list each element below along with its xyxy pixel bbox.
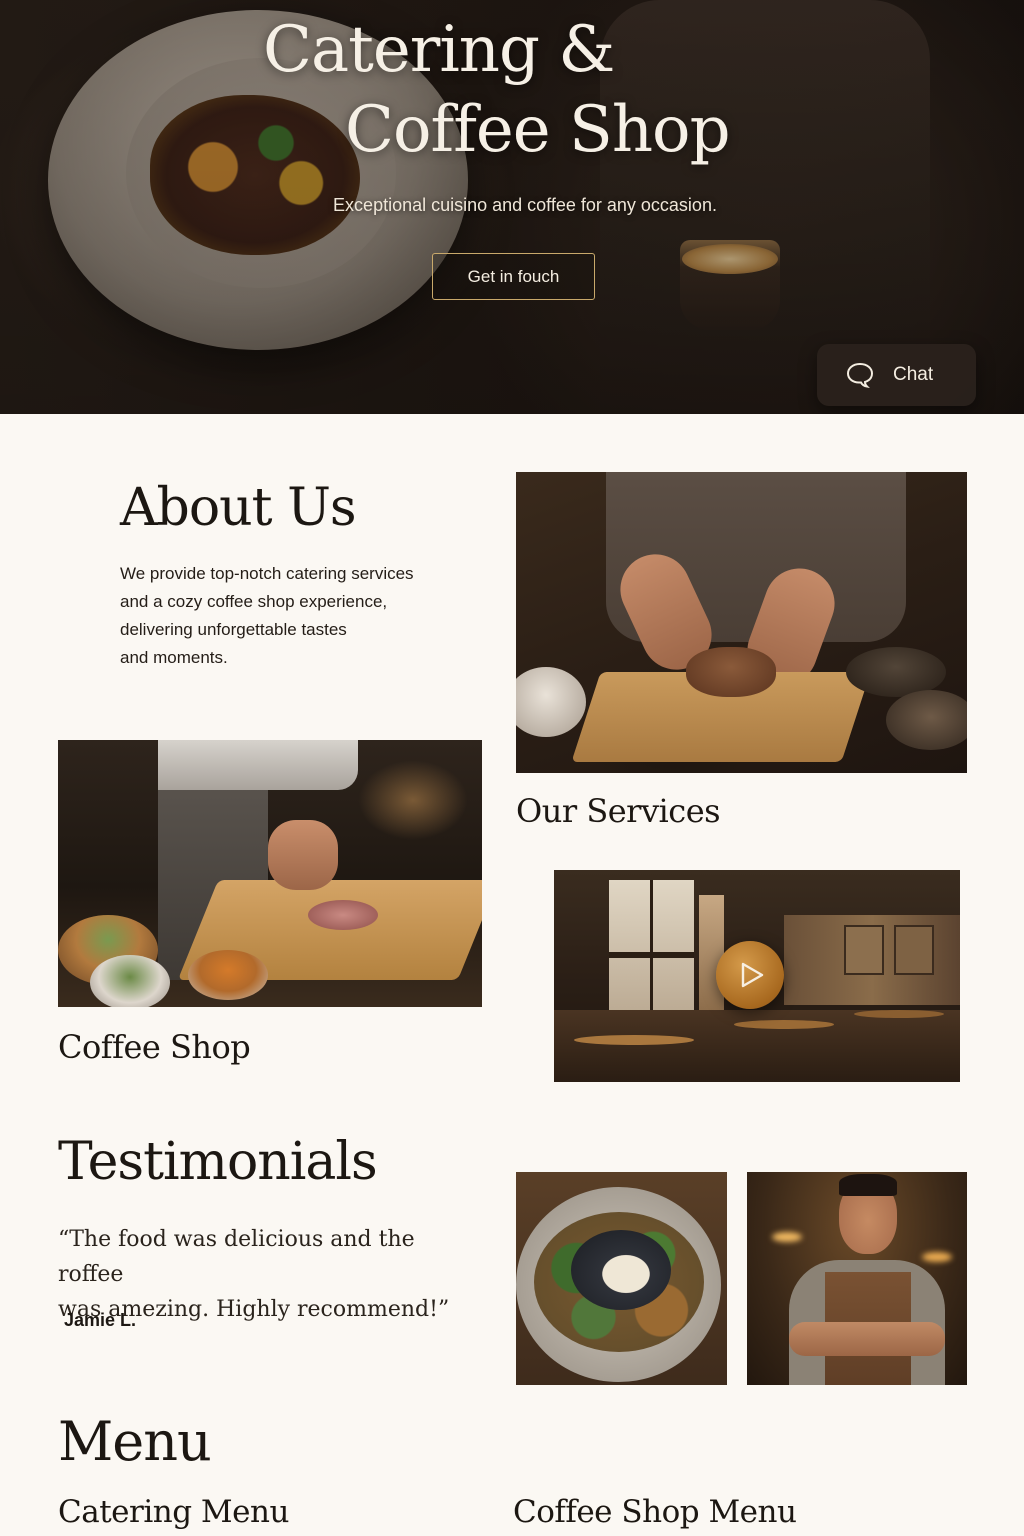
chef-carving-meat-image <box>516 472 967 773</box>
roast-meat <box>686 647 776 697</box>
chef-hand <box>268 820 338 890</box>
hero-title-line-1: Catering & <box>263 13 615 87</box>
about-text-line: and moments. <box>120 648 228 667</box>
get-in-touch-button[interactable]: Get in fouch <box>432 253 595 300</box>
play-video-button[interactable] <box>716 941 784 1009</box>
salad-plate-image <box>516 1172 727 1385</box>
dip-bowl <box>571 1230 671 1310</box>
side-bowl <box>188 950 268 1000</box>
hero-subtitle: Exceptional cuisino and coffee for any o… <box>333 195 717 215</box>
steak <box>308 900 378 930</box>
about-text-line: delivering unforgettable tastes <box>120 620 347 639</box>
barista-crossed-arms <box>789 1322 945 1356</box>
about-us-heading: About Us <box>120 478 357 538</box>
play-icon <box>741 962 764 988</box>
cafe-table <box>734 1020 834 1029</box>
hero-title-line-2: Coffee Shop <box>345 93 731 167</box>
cafe-window <box>609 880 694 1030</box>
get-in-touch-label: Get in fouch <box>467 266 560 286</box>
about-text-line: and a cozy coffee shop experience, <box>120 592 388 611</box>
speech-bubble-icon <box>846 362 874 389</box>
background-light <box>358 760 468 840</box>
cafe-table <box>854 1010 944 1018</box>
about-text-line: We provide top-notch catering services <box>120 564 414 583</box>
cafe-table <box>574 1035 694 1045</box>
our-services-heading: Our Services <box>516 792 721 830</box>
background-lamp <box>922 1252 952 1262</box>
menu-heading: Menu <box>58 1410 212 1473</box>
side-bowl <box>886 690 967 750</box>
background-lamp <box>772 1232 802 1242</box>
chat-button[interactable]: Chat <box>817 344 976 406</box>
cafe-window <box>699 895 724 1015</box>
catering-menu-link[interactable]: Catering Menu <box>58 1494 289 1530</box>
chef-arm <box>158 740 358 790</box>
chef-slicing-steak-image <box>58 740 482 1007</box>
wall-painting <box>894 925 934 975</box>
hero-title: Catering & Coffee Shop <box>255 10 755 170</box>
hero-section: Catering & Coffee Shop Exceptional cuisi… <box>0 0 1024 414</box>
side-bowl <box>516 667 586 737</box>
wall-painting <box>844 925 884 975</box>
smiling-barista-image <box>747 1172 967 1385</box>
side-bowl <box>90 955 170 1007</box>
quote-line: “The food was delicious and the roffee <box>58 1227 415 1287</box>
testimonials-heading: Testimonials <box>58 1132 378 1192</box>
about-us-text: We provide top-notch catering services a… <box>120 560 460 672</box>
chat-label: Chat <box>893 364 934 385</box>
coffee-shop-heading: Coffee Shop <box>58 1028 251 1066</box>
barista-hair <box>839 1174 897 1196</box>
testimonial-author: Jamie L. <box>64 1310 137 1330</box>
coffee-shop-menu-link[interactable]: Coffee Shop Menu <box>513 1494 797 1530</box>
